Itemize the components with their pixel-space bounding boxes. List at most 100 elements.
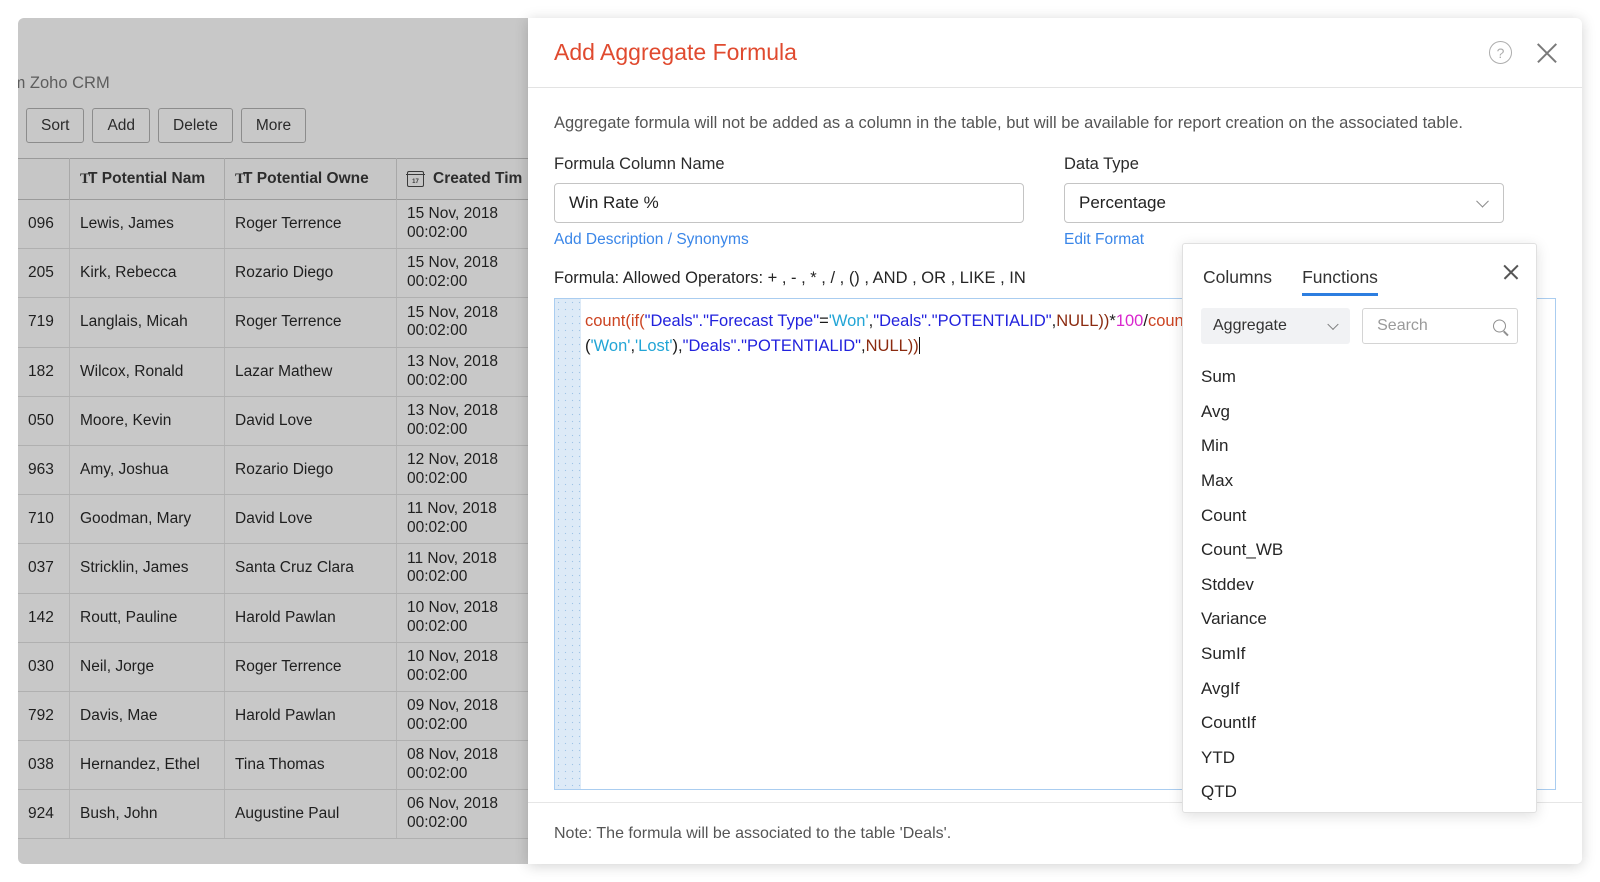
table-row[interactable]: 710Goodman, MaryDavid Love11 Nov, 201800… [18, 495, 528, 544]
cell-id: 182 [18, 348, 70, 396]
table-header-row: T T Potential Nam T T Potential Owne Cre… [18, 158, 528, 200]
table-header-potential-owner[interactable]: T T Potential Owne [225, 158, 397, 200]
table-row[interactable]: 792Davis, MaeHarold Pawlan09 Nov, 201800… [18, 692, 528, 741]
cell-potential-name: Neil, Jorge [70, 643, 225, 691]
cell-created-date: 11 Nov, 2018 [407, 500, 497, 519]
data-type-label: Data Type [1064, 155, 1504, 174]
function-list-item[interactable]: SumIf [1201, 637, 1536, 672]
cell-potential-owner: Augustine Paul [225, 790, 397, 838]
table-header-potential-name[interactable]: T T Potential Nam [70, 158, 225, 200]
cell-id: 710 [18, 495, 70, 543]
cell-created-clock: 00:02:00 [407, 568, 467, 587]
table-header-id[interactable] [18, 158, 70, 200]
cell-created-date: 10 Nov, 2018 [407, 599, 498, 618]
search-input[interactable] [1375, 316, 1495, 336]
function-list-item[interactable]: YTD [1201, 741, 1536, 776]
cell-created-date: 13 Nov, 2018 [407, 402, 498, 421]
formula-token-str: 'Won' [829, 312, 869, 330]
cell-created-clock: 00:02:00 [407, 765, 467, 784]
background-subtitle: ta from Zoho CRM [18, 74, 110, 93]
function-list-item[interactable]: Max [1201, 464, 1536, 499]
function-list-item[interactable]: Variance [1201, 602, 1536, 637]
formula-token-col: "Deals"."POTENTIALID" [873, 312, 1051, 330]
cell-created-clock: 00:02:00 [407, 814, 467, 833]
cell-id: 719 [18, 298, 70, 346]
formula-token-str: 'Won' [591, 337, 631, 355]
table-row[interactable]: 038Hernandez, EthelTina Thomas08 Nov, 20… [18, 741, 528, 790]
function-list-item[interactable]: Avg [1201, 395, 1536, 430]
formula-column-name-input[interactable] [554, 183, 1024, 223]
table-header-label: T Potential Owne [243, 170, 369, 188]
function-list-item[interactable]: AvgIf [1201, 671, 1536, 706]
function-list-item[interactable]: Count [1201, 498, 1536, 533]
more-button[interactable]: More [241, 108, 306, 143]
cell-potential-owner: Harold Pawlan [225, 594, 397, 642]
dialog-intro-text: Aggregate formula will not be added as a… [554, 114, 1556, 133]
delete-button[interactable]: Delete [158, 108, 233, 143]
cell-potential-name: Amy, Joshua [70, 446, 225, 494]
sort-button[interactable]: Sort [26, 108, 84, 143]
cell-id: 924 [18, 790, 70, 838]
data-type-select[interactable]: Percentage [1064, 183, 1504, 223]
close-icon[interactable] [1501, 262, 1520, 281]
cell-id: 142 [18, 594, 70, 642]
editor-gutter [555, 299, 581, 789]
table-row[interactable]: 037Stricklin, JamesSanta Cruz Clara11 No… [18, 544, 528, 593]
cell-potential-owner: Rozario Diego [225, 249, 397, 297]
function-category-select[interactable]: Aggregate [1201, 308, 1350, 344]
table-row[interactable]: 205Kirk, RebeccaRozario Diego15 Nov, 201… [18, 249, 528, 298]
table-row[interactable]: 963Amy, JoshuaRozario Diego12 Nov, 20180… [18, 446, 528, 495]
tab-functions[interactable]: Functions [1302, 267, 1378, 296]
cell-id: 037 [18, 544, 70, 592]
dialog-fields-row: Formula Column Name Add Description / Sy… [554, 155, 1556, 249]
function-list-item[interactable]: CountIf [1201, 706, 1536, 741]
table-row[interactable]: 924Bush, JohnAugustine Paul06 Nov, 20180… [18, 790, 528, 839]
add-description-synonyms-link[interactable]: Add Description / Synonyms [554, 231, 749, 249]
cell-created-clock: 00:02:00 [407, 421, 467, 440]
table-row[interactable]: 050Moore, KevinDavid Love13 Nov, 201800:… [18, 397, 528, 446]
cell-created-clock: 00:02:00 [407, 470, 467, 489]
function-list-item[interactable]: Stddev [1201, 568, 1536, 603]
dialog-header: Add Aggregate Formula ? [528, 18, 1582, 88]
table-header-label: Created Tim [433, 170, 522, 188]
calendar-icon [407, 171, 424, 187]
chevron-down-icon [1476, 195, 1489, 208]
table-row[interactable]: 030Neil, JorgeRoger Terrence10 Nov, 2018… [18, 643, 528, 692]
close-icon[interactable] [1534, 40, 1560, 66]
function-list-item[interactable]: Min [1201, 429, 1536, 464]
formula-column-name-label: Formula Column Name [554, 155, 1024, 174]
dialog-note-text: Note: The formula will be associated to … [554, 825, 951, 843]
cell-created-date: 09 Nov, 2018 [407, 697, 498, 716]
edit-format-link[interactable]: Edit Format [1064, 231, 1144, 249]
cell-id: 792 [18, 692, 70, 740]
table-body: 096Lewis, JamesRoger Terrence15 Nov, 201… [18, 200, 528, 839]
cell-potential-owner: Santa Cruz Clara [225, 544, 397, 592]
formula-token-fn: count(if( [585, 312, 645, 330]
cell-created-clock: 00:02:00 [407, 519, 467, 538]
cell-id: 096 [18, 200, 70, 248]
cell-id: 963 [18, 446, 70, 494]
cell-created-time: 11 Nov, 201800:02:00 [397, 544, 528, 592]
functions-panel-tabs: Columns Functions [1183, 244, 1536, 296]
function-list-item[interactable]: Sum [1201, 360, 1536, 395]
search-icon [1493, 320, 1506, 333]
function-list-item[interactable]: QTD [1201, 775, 1536, 810]
add-button[interactable]: Add [92, 108, 150, 143]
cell-potential-name: Wilcox, Ronald [70, 348, 225, 396]
cell-created-time: 13 Nov, 201800:02:00 [397, 348, 528, 396]
function-list-item[interactable]: Count_WB [1201, 533, 1536, 568]
cell-created-time: 15 Nov, 201800:02:00 [397, 200, 528, 248]
table-row[interactable]: 719Langlais, MicahRoger Terrence15 Nov, … [18, 298, 528, 347]
table-row[interactable]: 096Lewis, JamesRoger Terrence15 Nov, 201… [18, 200, 528, 249]
cell-created-time: 15 Nov, 201800:02:00 [397, 298, 528, 346]
table-header-created-time[interactable]: Created Tim [397, 158, 528, 200]
formula-token-null: )) [1098, 312, 1109, 330]
function-search-box[interactable] [1362, 308, 1518, 344]
formula-token-null: NULL [866, 337, 908, 355]
help-circle-icon[interactable]: ? [1489, 41, 1512, 64]
cell-potential-owner: Roger Terrence [225, 643, 397, 691]
formula-token-op: ), [673, 337, 683, 355]
tab-columns[interactable]: Columns [1203, 267, 1272, 296]
table-row[interactable]: 182Wilcox, RonaldLazar Mathew13 Nov, 201… [18, 348, 528, 397]
table-row[interactable]: 142Routt, PaulineHarold Pawlan10 Nov, 20… [18, 594, 528, 643]
